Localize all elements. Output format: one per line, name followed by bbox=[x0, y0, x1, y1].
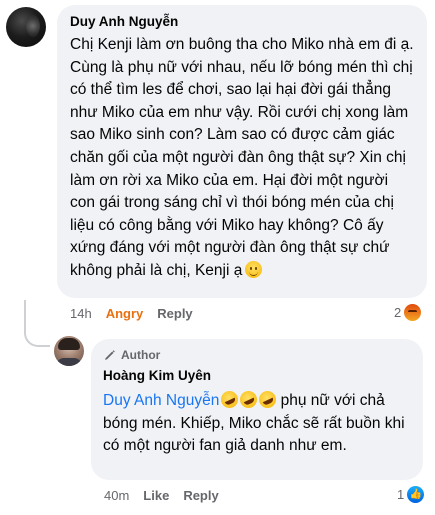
reply-author-name[interactable]: Hoàng Kim Uyên bbox=[103, 367, 411, 385]
reply-timestamp[interactable]: 40m bbox=[104, 488, 129, 503]
reply-author-avatar[interactable] bbox=[54, 336, 84, 366]
like-reaction-icon: 👍 bbox=[407, 486, 425, 503]
reply-button[interactable]: Reply bbox=[157, 306, 192, 321]
rolling-on-floor-laughing-icon bbox=[218, 388, 242, 411]
avatar-image-detail bbox=[56, 358, 82, 366]
mention-link[interactable]: Duy Anh Nguyễn bbox=[103, 392, 219, 409]
thread-connector-line bbox=[24, 300, 50, 347]
reply-button[interactable]: Reply bbox=[183, 488, 218, 503]
comment-author-name[interactable]: Duy Anh Nguyễn bbox=[70, 13, 415, 31]
comment-text: Chị Kenji làm ơn buông tha cho Miko nhà … bbox=[70, 36, 414, 279]
pen-icon bbox=[105, 350, 115, 360]
reply-bubble: Author Hoàng Kim Uyên Duy Anh Nguyễn phụ… bbox=[91, 339, 423, 480]
reaction-count: 1 bbox=[397, 487, 405, 502]
comment-reaction-summary[interactable]: 2 bbox=[394, 304, 422, 321]
avatar-image-detail bbox=[58, 338, 80, 350]
author-badge-label: Author bbox=[121, 348, 161, 362]
comment-bubble: Duy Anh Nguyễn Chị Kenji làm ơn buông th… bbox=[57, 5, 427, 298]
comment-body: Chị Kenji làm ơn buông tha cho Miko nhà … bbox=[70, 34, 415, 283]
angry-reaction-button[interactable]: Angry bbox=[106, 306, 144, 321]
comment-actions: 14h Angry Reply bbox=[70, 305, 207, 323]
author-badge: Author bbox=[103, 347, 411, 363]
avatar-image-detail bbox=[26, 15, 40, 37]
like-button[interactable]: Like bbox=[143, 488, 169, 503]
reply-reaction-summary[interactable]: 1 👍 bbox=[397, 486, 425, 503]
reaction-count: 2 bbox=[394, 305, 402, 320]
angry-reaction-icon bbox=[404, 304, 422, 321]
reply-actions: 40m Like Reply bbox=[104, 487, 233, 505]
commenter-avatar[interactable] bbox=[6, 7, 46, 47]
reply-body: Duy Anh Nguyễn phụ nữ với chả bóng mén. … bbox=[103, 388, 411, 458]
rolling-on-floor-laughing-icon bbox=[237, 388, 261, 411]
comment-timestamp[interactable]: 14h bbox=[70, 306, 92, 321]
slightly-smiling-face-icon bbox=[245, 260, 263, 278]
